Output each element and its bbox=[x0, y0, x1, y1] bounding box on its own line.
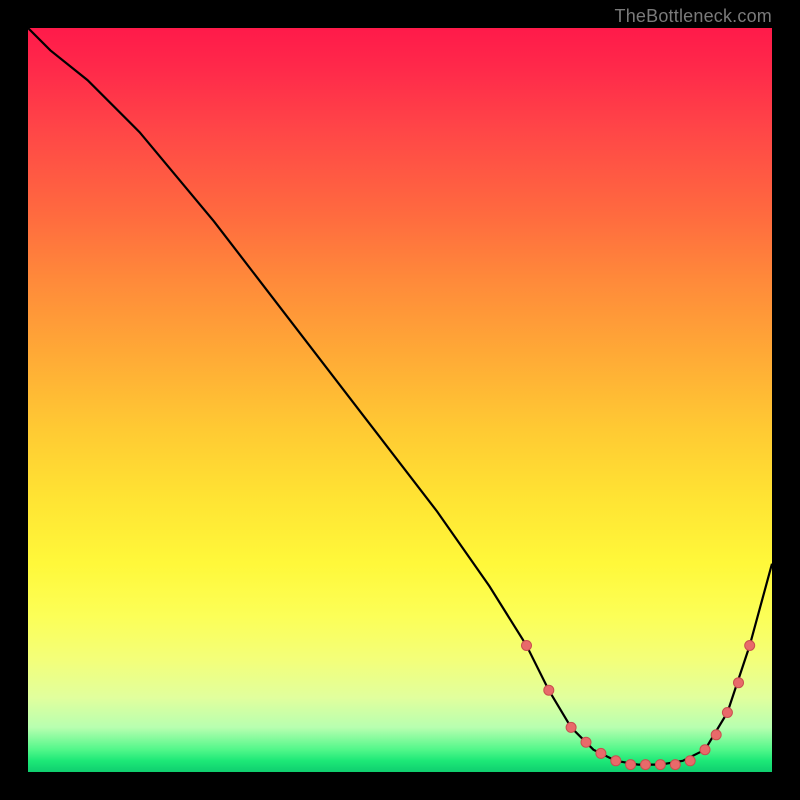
data-point bbox=[611, 756, 621, 766]
data-point bbox=[745, 641, 755, 651]
data-point bbox=[722, 708, 732, 718]
watermark-text: TheBottleneck.com bbox=[615, 6, 772, 27]
data-point bbox=[522, 641, 532, 651]
chart-frame: TheBottleneck.com bbox=[0, 0, 800, 800]
data-point bbox=[670, 760, 680, 770]
data-point bbox=[655, 760, 665, 770]
data-point bbox=[544, 685, 554, 695]
data-point bbox=[566, 722, 576, 732]
data-point bbox=[685, 756, 695, 766]
data-point bbox=[581, 737, 591, 747]
watermark-label: TheBottleneck.com bbox=[615, 6, 772, 26]
bottleneck-curve bbox=[28, 28, 772, 765]
data-point bbox=[711, 730, 721, 740]
data-point bbox=[700, 745, 710, 755]
data-point bbox=[626, 760, 636, 770]
curve-layer bbox=[28, 28, 772, 772]
data-point bbox=[641, 760, 651, 770]
plot-area bbox=[28, 28, 772, 772]
data-point bbox=[734, 678, 744, 688]
data-point bbox=[596, 748, 606, 758]
